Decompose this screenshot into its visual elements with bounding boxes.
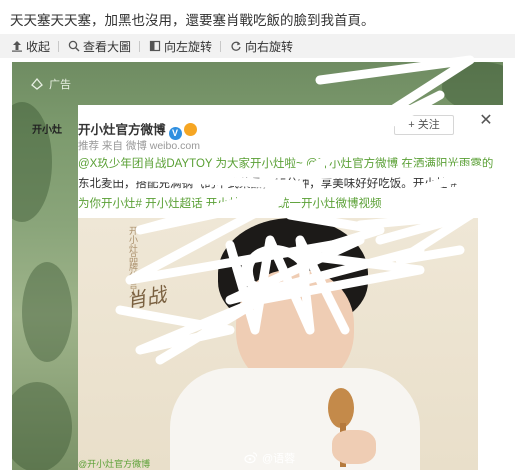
wooden-spoon — [328, 388, 354, 428]
close-icon[interactable]: ✕ — [478, 113, 494, 129]
follow-button[interactable]: + 关注 — [394, 115, 454, 135]
collapse-label: 收起 — [26, 39, 51, 54]
background-leaf — [12, 382, 72, 470]
photo-bottom-text: @开小灶官方微博 — [78, 459, 151, 469]
toolbar-divider — [220, 40, 222, 52]
ad-body-line: 东北麦田，搭配充满锅气的中式菜品，15分钟，享美味好好吃饭。开小灶 # — [78, 178, 457, 190]
view-large-image-label: 查看大圖 — [83, 39, 132, 54]
ad-icon — [30, 77, 44, 91]
account-name[interactable]: 开小灶官方微博 — [78, 123, 166, 137]
watermark-text: @语蓉 — [262, 453, 296, 465]
image-toolbar: 收起 查看大圖 向左旋转 向右旋转 — [0, 34, 515, 58]
collapse-button[interactable]: 收起 — [10, 38, 50, 55]
rotate-right-label: 向右旋转 — [245, 39, 294, 54]
rotate-right-button[interactable]: 向右旋转 — [229, 38, 293, 55]
view-large-image-button[interactable]: 查看大圖 — [67, 38, 131, 55]
ad-label: 广告 — [49, 79, 71, 91]
collapse-icon — [10, 40, 23, 53]
rotate-right-icon — [229, 40, 242, 53]
person-hand — [332, 430, 376, 464]
toolbar-divider — [139, 40, 141, 52]
rotate-left-icon — [148, 40, 161, 53]
ad-indicator: 广告 — [30, 76, 71, 92]
weibo-logo-icon — [244, 451, 258, 465]
ad-photo[interactable]: 开小灶品牌代言人 肖战 @开小灶官方微博 — [78, 218, 478, 470]
rotate-left-label: 向左旋转 — [164, 39, 213, 54]
post-meta: 推荐 来自 微博 weibo.com — [78, 140, 200, 152]
ad-body-text: @X玖少年团肖战DAYTOY 为大家开小灶啦~ @开小灶官方微博 在洒满阳光雨露… — [78, 154, 493, 214]
ad-body-line[interactable]: @X玖少年团肖战DAYTOY 为大家开小灶啦~ @开小灶官方微博 在洒满阳光雨露… — [78, 154, 493, 174]
toolbar-divider — [58, 40, 60, 52]
account-logo[interactable]: 开小灶 — [16, 105, 78, 151]
image-watermark: @语蓉 — [244, 450, 295, 466]
zoom-icon — [67, 40, 80, 53]
account-name-row: 开小灶官方微博 V — [78, 119, 197, 140]
background-leaf — [22, 262, 72, 362]
level-badge-icon — [183, 123, 197, 136]
post-text: 天天塞天天塞，加黑也沒用，還要塞肖戰吃飯的臉到我首頁。 — [10, 13, 375, 28]
ad-card: 开小灶 开小灶官方微博 V + 关注 ✕ 推荐 来自 微博 weibo.com @… — [32, 105, 503, 470]
ad-body-line[interactable]: 为你开小灶# 开小灶超话 开小灶旗舰店 统一开小灶微博视频 — [78, 194, 478, 214]
rotate-left-button[interactable]: 向左旋转 — [148, 38, 212, 55]
expanded-image[interactable]: 广告 开小灶 开小灶官方微博 V + 关注 ✕ 推荐 来自 微博 weibo.co… — [12, 62, 503, 470]
